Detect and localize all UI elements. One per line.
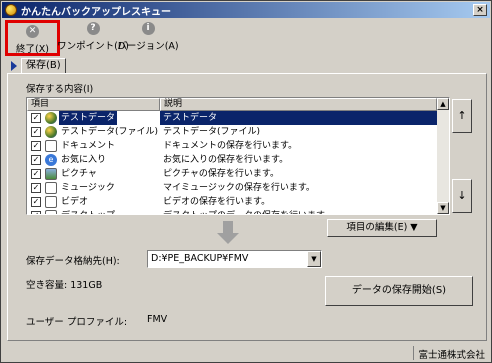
list-item[interactable]: ✓ テストデータ(ファイル) テストデータ(ファイル)	[27, 125, 437, 139]
item-cell: ✓ ドキュメント	[27, 139, 160, 153]
pic-icon	[45, 168, 57, 180]
doc-icon	[45, 182, 57, 194]
item-checkbox[interactable]: ✓	[31, 141, 41, 151]
exit-button[interactable]: ✕ 終了(X)	[5, 20, 60, 56]
close-circle-icon: ✕	[26, 25, 39, 38]
company-name: 富士通株式会社	[418, 350, 485, 361]
item-name: デスクトップ	[59, 209, 117, 214]
edit-items-button[interactable]: 項目の編集(E) ▼	[327, 219, 437, 237]
globe-icon	[45, 112, 57, 124]
item-cell: ✓ テストデータ(ファイル)	[27, 125, 160, 139]
list-item[interactable]: ✓ ドキュメント ドキュメントの保存を行います。	[27, 139, 437, 153]
item-name: ビデオ	[61, 197, 89, 207]
list-item[interactable]: ✓ ミュージック マイミュージックの保存を行います。	[27, 181, 437, 195]
item-cell: ✓ ビデオ	[27, 195, 160, 209]
item-name: テストデータ	[59, 111, 118, 125]
item-description: テストデータ(ファイル)	[163, 127, 261, 137]
version-button[interactable]: i バージョン(A)	[117, 20, 179, 56]
exit-label: 終了(X)	[16, 44, 49, 55]
info-circle-icon: i	[141, 22, 155, 35]
item-name: ドキュメント	[61, 141, 116, 151]
list-item[interactable]: ✓ ピクチャ ピクチャの保存を行います。	[27, 167, 437, 181]
window-title: かんたんバックアップレスキュー	[21, 6, 171, 18]
item-cell: ✓ e お気に入り	[27, 153, 160, 167]
status-divider	[413, 346, 414, 360]
list-header: 項目 説明	[27, 98, 437, 111]
item-checkbox[interactable]: ✓	[31, 127, 41, 137]
down-arrow-icon	[217, 221, 239, 245]
destination-value: D:¥PE_BACKUP¥FMV	[151, 253, 249, 264]
version-label: バージョン(A)	[117, 41, 179, 52]
list-item[interactable]: ✓ テストデータ テストデータ	[27, 111, 437, 125]
item-name: お気に入り	[61, 155, 107, 165]
move-down-button[interactable]: ↓	[452, 179, 472, 213]
tab-save[interactable]: 保存(B)	[21, 58, 66, 74]
user-profile-value: FMV	[147, 314, 168, 325]
item-checkbox[interactable]: ✓	[31, 183, 41, 193]
save-contents-label: 保存する内容(I)	[26, 84, 94, 95]
item-checkbox[interactable]: ✓	[31, 169, 41, 179]
item-description: デスクトップのデータの保存を行います。	[160, 209, 437, 214]
start-save-button[interactable]: データの保存開始(S)	[325, 276, 473, 306]
item-cell: ✓ ミュージック	[27, 181, 160, 195]
onepoint-button[interactable]: ? ワンポイント(D)	[57, 20, 129, 56]
move-up-button[interactable]: ↑	[452, 99, 472, 133]
doc-icon	[45, 140, 57, 152]
item-cell: ✓ ピクチャ	[27, 167, 160, 181]
item-cell: ✓ テストデータ	[27, 111, 160, 125]
ie-icon: e	[45, 154, 57, 166]
column-header-item[interactable]: 項目	[27, 98, 160, 111]
save-items-list[interactable]: 項目 説明 ✓ テストデータ テストデータ ✓ テストデータ(ファイル) テストデータ(フ…	[26, 97, 450, 215]
scroll-down-button[interactable]: ▼	[437, 202, 449, 214]
list-item[interactable]: ✓ デスクトップ デスクトップのデータの保存を行います。	[27, 209, 437, 214]
item-description: テストデータ	[160, 111, 437, 125]
free-space-text: 空き容量: 131GB	[26, 280, 103, 291]
item-name: テストデータ(ファイル)	[60, 127, 158, 137]
globe-icon	[44, 126, 57, 138]
list-item[interactable]: ✓ e お気に入り お気に入りの保存を行います。	[27, 153, 437, 167]
item-name: ミュージック	[61, 183, 115, 193]
tab-pointer-icon	[11, 61, 17, 71]
destination-label: 保存データ格納先(H):	[26, 256, 120, 267]
item-cell: ✓ デスクトップ	[27, 209, 160, 214]
window-close-button[interactable]: ×	[473, 4, 487, 16]
app-window: かんたんバックアップレスキュー × ✕ 終了(X) ? ワンポイント(D) i …	[0, 0, 492, 363]
item-checkbox[interactable]: ✓	[31, 113, 41, 123]
doc-icon	[45, 210, 57, 214]
item-description: ビデオの保存を行います。	[163, 197, 271, 207]
item-description: マイミュージックの保存を行います。	[163, 183, 315, 193]
status-bar: 富士通株式会社	[3, 346, 489, 361]
item-description: お気に入りの保存を行います。	[163, 155, 289, 165]
item-name: ピクチャ	[61, 169, 97, 179]
title-bar: かんたんバックアップレスキュー ×	[2, 2, 490, 18]
toolbar: ✕ 終了(X) ? ワンポイント(D) i バージョン(A)	[5, 20, 179, 56]
list-item[interactable]: ✓ ビデオ ビデオの保存を行います。	[27, 195, 437, 209]
app-icon	[5, 4, 17, 16]
item-checkbox[interactable]: ✓	[31, 155, 41, 165]
scroll-up-button[interactable]: ▲	[437, 98, 449, 110]
question-circle-icon: ?	[86, 22, 100, 35]
item-description: ピクチャの保存を行います。	[163, 169, 280, 179]
chevron-down-icon[interactable]: ▼	[307, 251, 321, 267]
column-header-description[interactable]: 説明	[160, 98, 437, 111]
item-checkbox[interactable]: ✓	[31, 211, 41, 214]
doc-icon	[45, 196, 57, 208]
list-rows: ✓ テストデータ テストデータ ✓ テストデータ(ファイル) テストデータ(ファイル) ✓ ド…	[27, 111, 437, 214]
user-profile-label: ユーザー プロファイル:	[26, 317, 128, 328]
item-description: ドキュメントの保存を行います。	[163, 141, 298, 151]
destination-select[interactable]: D:¥PE_BACKUP¥FMV ▼	[147, 250, 322, 268]
list-scrollbar[interactable]: ▲ ▼	[437, 98, 449, 214]
item-checkbox[interactable]: ✓	[31, 197, 41, 207]
